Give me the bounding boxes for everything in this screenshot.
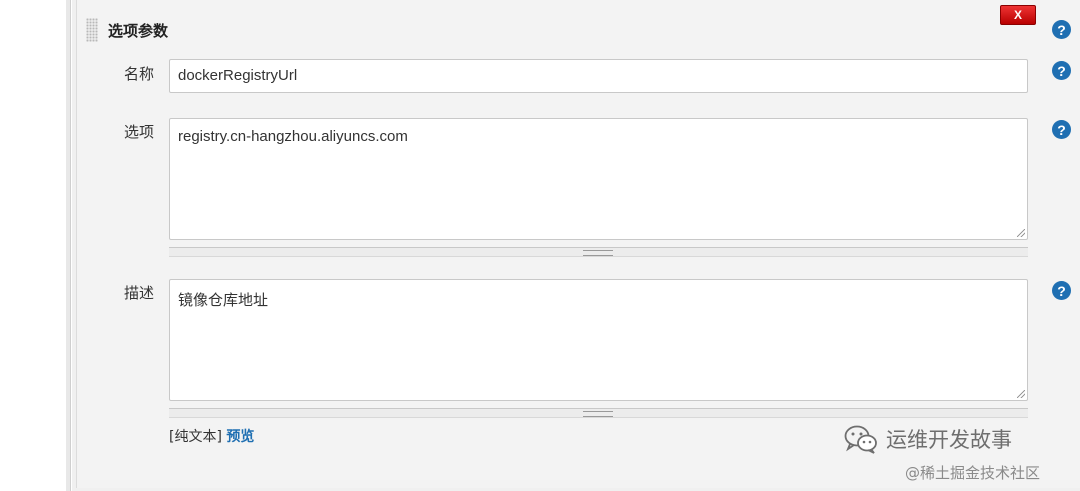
description-textarea[interactable]: 镜像仓库地址 [169,279,1028,401]
grip-lines-icon [583,411,613,417]
choices-textarea[interactable]: registry.cn-hangzhou.aliyuncs.com [169,118,1028,240]
help-icon[interactable]: ? [1052,20,1071,39]
gutter-divider [66,0,71,491]
resize-corner-icon[interactable] [1017,229,1025,237]
choices-value: registry.cn-hangzhou.aliyuncs.com [178,128,408,145]
help-icon[interactable]: ? [1052,61,1071,80]
watermark: 运维开发故事 [844,424,1012,454]
help-icon[interactable]: ? [1052,281,1071,300]
wechat-icon [844,425,877,454]
description-resize-grip[interactable] [169,408,1028,418]
delete-parameter-button[interactable]: X [1000,5,1036,25]
grip-lines-icon [583,250,613,256]
resize-corner-icon[interactable] [1017,390,1025,398]
section-title: 选项参数 [108,22,169,40]
choices-label: 选项 [124,123,155,141]
name-label: 名称 [124,65,155,83]
help-icon[interactable]: ? [1052,120,1071,139]
left-gutter [0,0,67,491]
drag-handle-icon[interactable] [86,18,98,42]
plain-text-format: [纯文本] [169,429,222,445]
watermark-brand: 运维开发故事 [886,428,1012,452]
markup-format-row: [纯文本] 预览 [169,426,254,446]
description-label: 描述 [124,284,155,302]
watermark-sub: @稀土掘金技术社区 [905,464,1041,482]
description-value: 镜像仓库地址 [178,292,269,309]
choices-resize-grip[interactable] [169,247,1028,257]
preview-link[interactable]: 预览 [226,429,254,445]
name-input[interactable]: dockerRegistryUrl [169,59,1028,93]
